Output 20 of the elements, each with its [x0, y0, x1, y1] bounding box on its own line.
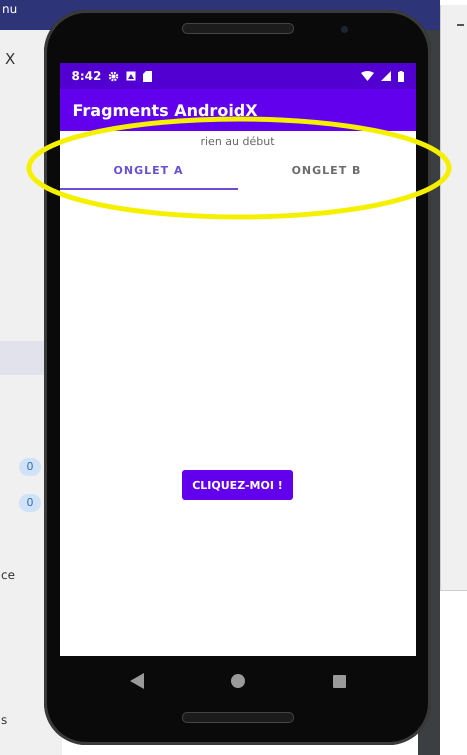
message-text: rien au début — [200, 135, 275, 148]
panel-label: ce — [1, 568, 15, 582]
battery-icon — [398, 70, 404, 82]
recents-icon[interactable] — [332, 674, 346, 688]
panel-title: X — [5, 50, 16, 68]
camera-icon — [341, 26, 348, 33]
menu-text: nu — [2, 2, 18, 16]
image-icon — [126, 71, 136, 81]
tab[interactable]: ONGLET A — [60, 152, 238, 190]
panel-label: s — [1, 713, 8, 727]
sd-card-icon — [143, 70, 152, 82]
click-me-button[interactable]: CLIQUEZ-MOI ! — [182, 470, 293, 500]
wifi-icon — [360, 71, 374, 81]
status-time: 8:42 — [72, 69, 102, 83]
tab[interactable]: ONGLET B — [238, 152, 416, 190]
app-title: Fragments AndroidX — [72, 100, 258, 120]
back-icon[interactable] — [130, 673, 144, 689]
home-icon[interactable] — [231, 674, 245, 688]
signal-icon — [380, 71, 390, 81]
gear-icon — [108, 70, 120, 82]
